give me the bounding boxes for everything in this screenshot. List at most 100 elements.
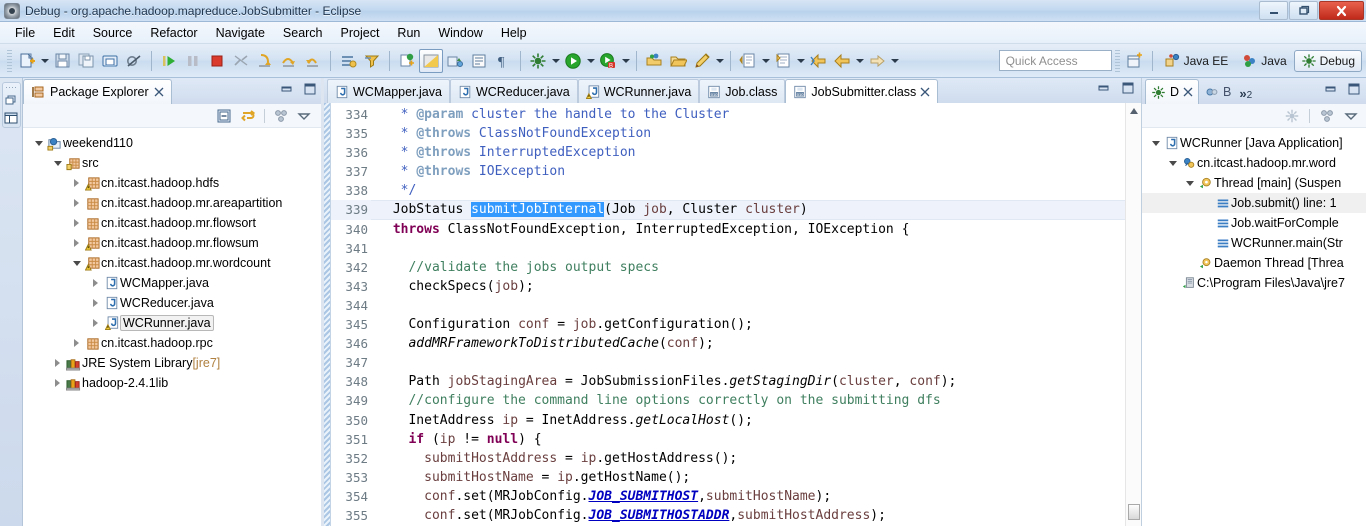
code-line[interactable]: * @throws InterruptedException: [371, 143, 1125, 162]
code-line[interactable]: //validate the jobs output specs: [371, 258, 1125, 277]
package-explorer-tree[interactable]: weekend110 src cn.itcast.hadoop.hdfs cn.itc…: [23, 128, 321, 526]
fast-view-grip[interactable]: [5, 85, 17, 91]
debug-tree-row[interactable]: Daemon Thread [Threa: [1142, 253, 1366, 273]
close-x-icon[interactable]: [154, 87, 164, 97]
java-perspective-toggle-button[interactable]: [419, 48, 443, 73]
back-button[interactable]: [806, 49, 830, 73]
open-folder-button[interactable]: [666, 49, 690, 73]
minimize-icon[interactable]: [1324, 83, 1338, 95]
twisty-expanded-icon[interactable]: [1182, 181, 1197, 186]
tab-overflow-indicator[interactable]: » 2: [1237, 86, 1256, 104]
tab-breakpoints[interactable]: B: [1199, 79, 1237, 104]
code-line[interactable]: [371, 239, 1125, 258]
code-line[interactable]: submitHostAddress = ip.getHostAddress();: [371, 449, 1125, 468]
layout-icon[interactable]: [1319, 108, 1335, 124]
code-line[interactable]: if (ip != null) {: [371, 430, 1125, 449]
show-whitespace-button[interactable]: ¶: [491, 49, 515, 73]
twisty-expanded-icon[interactable]: [50, 161, 65, 166]
twisty-expanded-icon[interactable]: [1148, 141, 1163, 146]
menu-edit[interactable]: Edit: [44, 24, 84, 42]
disconnect-button[interactable]: [229, 49, 253, 73]
debug-tree-row[interactable]: WCRunner [Java Application]: [1142, 133, 1366, 153]
maximize-icon[interactable]: [1347, 83, 1361, 95]
perspective-java-ee[interactable]: Java EE: [1158, 50, 1236, 72]
editor-tab[interactable]: 010 Job.class: [699, 79, 786, 103]
view-menu-filter-icon[interactable]: [273, 108, 289, 124]
menu-window[interactable]: Window: [429, 24, 491, 42]
code-line[interactable]: * @throws IOException: [371, 162, 1125, 181]
menu-navigate[interactable]: Navigate: [207, 24, 274, 42]
code-line[interactable]: throws ClassNotFoundException, Interrupt…: [371, 220, 1125, 239]
editor-vertical-scrollbar-thumb[interactable]: [1128, 504, 1140, 520]
next-annotation-button[interactable]: [771, 49, 795, 73]
package-tree-row[interactable]: WCRunner.java: [23, 313, 321, 333]
editor-tab[interactable]: WCRunner.java: [577, 79, 700, 103]
debug-view-menu-icon[interactable]: [1284, 108, 1300, 124]
package-tree-row[interactable]: cn.itcast.hadoop.hdfs: [23, 173, 321, 193]
code-line[interactable]: conf.set(MRJobConfig.JOB_SUBMITHOST,subm…: [371, 487, 1125, 506]
twisty-collapsed-icon[interactable]: [69, 339, 84, 347]
new-wizard-dropdown[interactable]: [39, 49, 50, 73]
toolbar-grip-2[interactable]: [1114, 49, 1120, 72]
forward-button[interactable]: [865, 49, 889, 73]
open-perspective-button[interactable]: [1123, 49, 1147, 73]
restore-button[interactable]: [1289, 1, 1318, 20]
menu-refactor[interactable]: Refactor: [141, 24, 206, 42]
debug-tree-row[interactable]: cn.itcast.hadoop.mr.word: [1142, 153, 1366, 173]
maximize-icon[interactable]: [303, 83, 317, 95]
code-line[interactable]: Configuration conf = job.getConfiguratio…: [371, 315, 1125, 334]
run-coverage-button[interactable]: B: [596, 49, 620, 73]
link-with-editor-icon[interactable]: [240, 108, 256, 124]
debug-tree-row[interactable]: C:\Program Files\Java\jre7: [1142, 273, 1366, 293]
package-tree-row[interactable]: WCMapper.java: [23, 273, 321, 293]
tab-package-explorer[interactable]: Package Explorer: [23, 79, 172, 104]
code-line[interactable]: Path jobStagingArea = JobSubmissionFiles…: [371, 372, 1125, 391]
twisty-collapsed-icon[interactable]: [88, 319, 103, 327]
last-edit-location-button[interactable]: [736, 49, 760, 73]
package-explorer-fastview-icon[interactable]: [4, 111, 18, 125]
twisty-collapsed-icon[interactable]: [69, 219, 84, 227]
maximize-icon[interactable]: [1121, 82, 1135, 94]
terminate-button[interactable]: [205, 49, 229, 73]
new-java-class-button[interactable]: [395, 49, 419, 73]
forward-dropdown[interactable]: [889, 49, 900, 73]
edit-button[interactable]: [690, 49, 714, 73]
debug-dropdown[interactable]: [550, 49, 561, 73]
twisty-collapsed-icon[interactable]: [50, 359, 65, 367]
package-tree-row[interactable]: WCReducer.java: [23, 293, 321, 313]
editor-source-code[interactable]: * @param cluster the handle to the Clust…: [371, 103, 1125, 526]
run-dropdown[interactable]: [585, 49, 596, 73]
menu-project[interactable]: Project: [332, 24, 389, 42]
step-return-button[interactable]: [301, 49, 325, 73]
debug-tree-row[interactable]: Job.waitForComple: [1142, 213, 1366, 233]
view-menu-icon[interactable]: [297, 110, 311, 122]
editor-tab[interactable]: 010 JobSubmitter.class: [785, 79, 939, 103]
menu-help[interactable]: Help: [492, 24, 536, 42]
toggle-outline-button[interactable]: [467, 49, 491, 73]
open-type-button[interactable]: [443, 49, 467, 73]
menu-search[interactable]: Search: [274, 24, 332, 42]
menu-file[interactable]: File: [6, 24, 44, 42]
back-history-dropdown[interactable]: [854, 49, 865, 73]
restore-view-icon[interactable]: [4, 94, 18, 108]
toolbar-grip[interactable]: [7, 49, 12, 72]
code-line[interactable]: */: [371, 181, 1125, 200]
run-coverage-dropdown[interactable]: [620, 49, 631, 73]
perspective-java[interactable]: Java: [1235, 50, 1293, 72]
twisty-collapsed-icon[interactable]: [88, 279, 103, 287]
back-history-button[interactable]: [830, 49, 854, 73]
package-tree-row[interactable]: src: [23, 153, 321, 173]
package-tree-row[interactable]: cn.itcast.hadoop.mr.areapartition: [23, 193, 321, 213]
save-all-button[interactable]: [74, 49, 98, 73]
code-line[interactable]: addMRFrameworkToDistributedCache(conf);: [371, 334, 1125, 353]
package-tree-row[interactable]: hadoop-2.4.1lib: [23, 373, 321, 393]
perspective-debug[interactable]: Debug: [1293, 49, 1362, 72]
editor-tab[interactable]: WCMapper.java: [327, 79, 450, 103]
code-line[interactable]: submitHostName = ip.getHostName();: [371, 468, 1125, 487]
skip-breakpoints-button[interactable]: [122, 49, 146, 73]
debug-tree-row[interactable]: Thread [main] (Suspen: [1142, 173, 1366, 193]
code-line[interactable]: * @throws ClassNotFoundException: [371, 124, 1125, 143]
package-tree-row[interactable]: cn.itcast.hadoop.rpc: [23, 333, 321, 353]
minimize-icon[interactable]: [280, 83, 294, 95]
twisty-expanded-icon[interactable]: [69, 261, 84, 266]
